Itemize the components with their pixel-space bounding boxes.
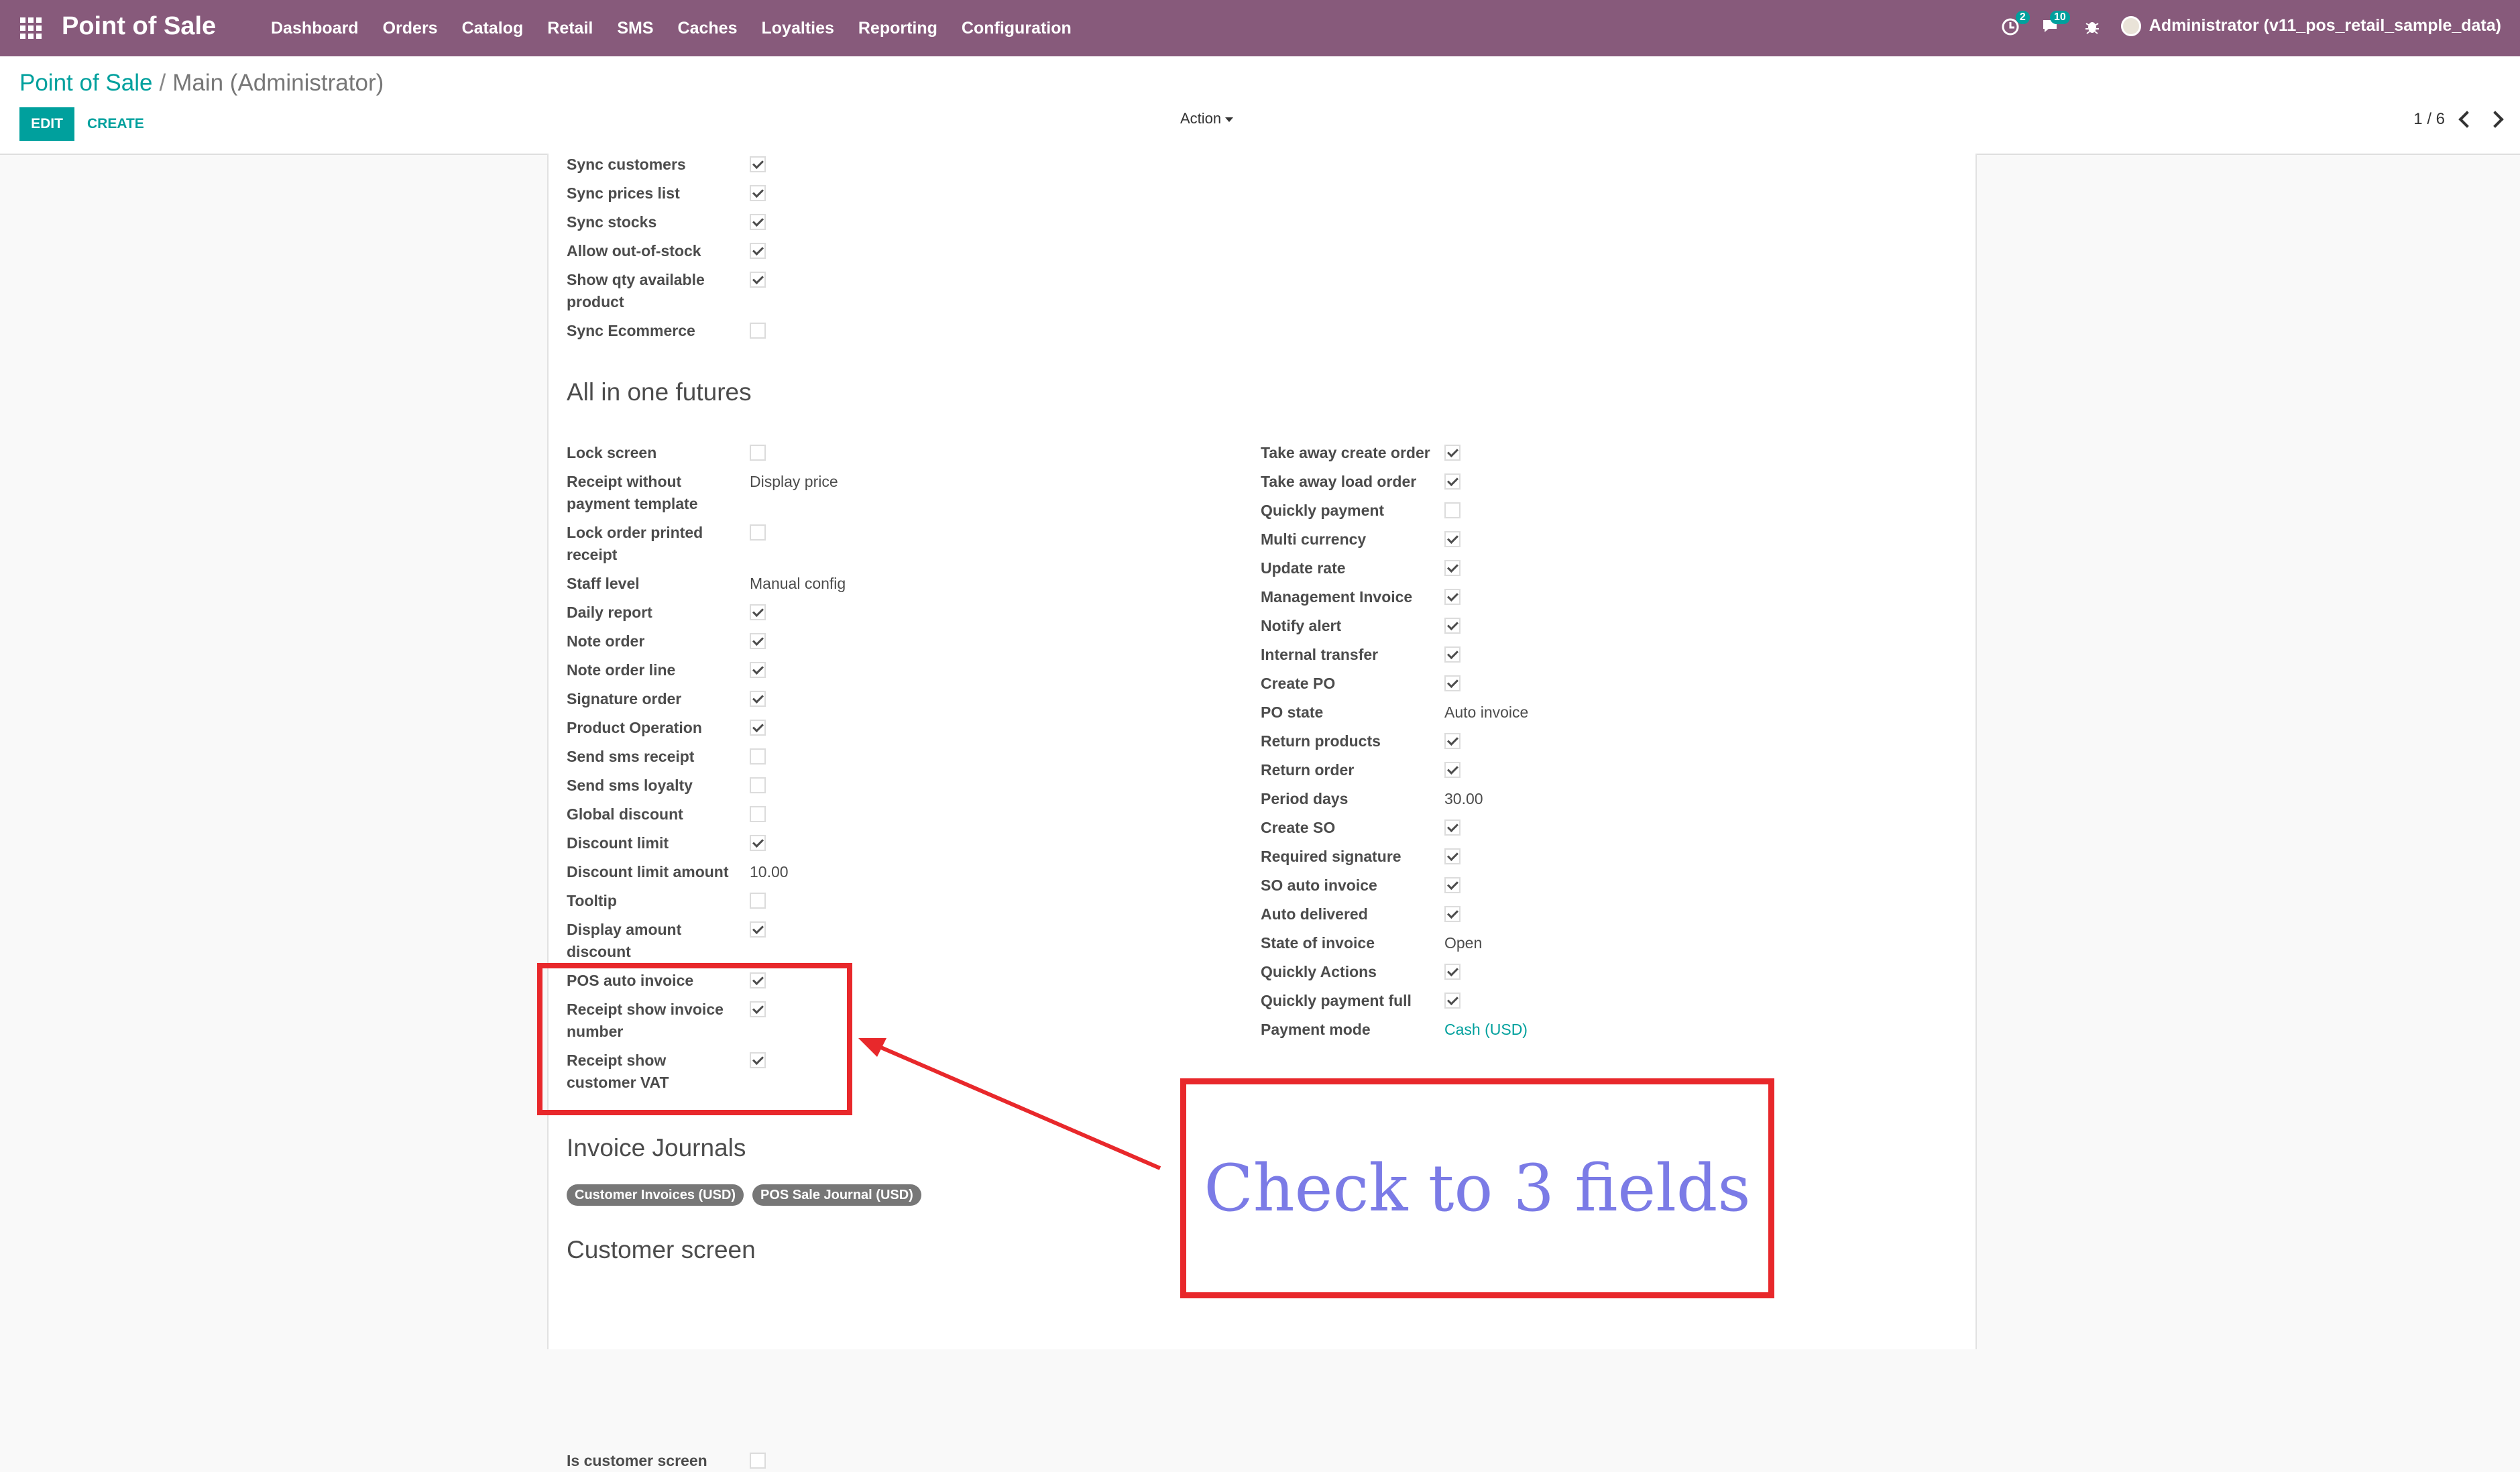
annotation-text: Check to 3 fields [1204,1151,1751,1226]
annotation-callout: Check to 3 fields [1180,1078,1774,1298]
is-customer-screen-checkbox[interactable] [750,1453,766,1469]
field-label: Is customer screen [567,1452,707,1469]
